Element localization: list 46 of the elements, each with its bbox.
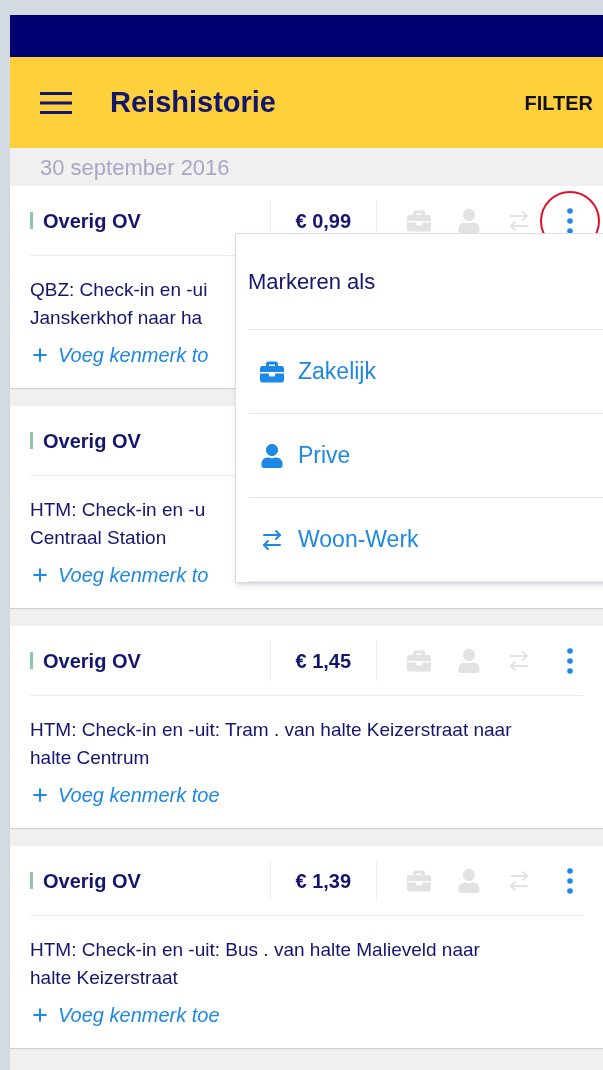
briefcase-icon[interactable] [407, 868, 431, 893]
briefcase-icon[interactable] [407, 208, 431, 233]
filter-button[interactable]: FILTER [524, 87, 593, 118]
trip-description: HTM: Check-in en -uit: Tram . van halte Keizerstraat naar halte Centrum [30, 718, 512, 770]
category-marker [30, 212, 33, 229]
add-tag-link[interactable]: Voeg kenmerk to [30, 560, 209, 590]
swap-arrows-icon [260, 527, 284, 552]
trip-description: HTM: Check-in en -uit: Bus . van halte Malieveld naar halte Keizerstraat [30, 938, 480, 990]
price-label: € 0,99 [295, 208, 352, 234]
add-tag-link[interactable]: Voeg kenmerk toe [30, 1000, 220, 1030]
briefcase-icon [260, 359, 284, 384]
swap-arrows-icon[interactable] [507, 208, 531, 233]
trip-description: HTM: Check-in en -u Centraal Station [30, 498, 206, 550]
add-tag-link[interactable]: Voeg kenmerk toe [30, 780, 220, 810]
category-label: Overig OV [43, 428, 141, 454]
person-icon[interactable] [457, 208, 481, 233]
more-icon [567, 207, 573, 234]
category-marker [30, 652, 33, 669]
category-marker [30, 432, 33, 449]
category-label: Overig OV [43, 648, 141, 674]
plus-icon [30, 1005, 50, 1025]
date-heading: 30 september 2016 [40, 153, 230, 182]
plus-icon [30, 345, 50, 365]
menu-title: Markeren als [248, 268, 376, 296]
trip-description: QBZ: Check-in en -ui Janskerkhof naar ha [30, 278, 208, 330]
menu-item[interactable]: Prive [248, 414, 603, 498]
add-tag-link[interactable]: Voeg kenmerk to [30, 340, 209, 370]
page-title: Reishistorie [110, 84, 276, 120]
category-label: Overig OV [43, 868, 141, 894]
menu-icon[interactable] [40, 90, 72, 115]
plus-icon [30, 565, 50, 585]
category-marker [30, 872, 33, 889]
person-icon[interactable] [457, 648, 481, 673]
more-icon [567, 867, 573, 894]
swap-arrows-icon[interactable] [507, 648, 531, 673]
price-label: € 1,39 [295, 868, 352, 894]
price-label: € 1,45 [295, 648, 352, 674]
menu-item[interactable]: Woon-Werk [248, 498, 603, 582]
person-icon[interactable] [457, 868, 481, 893]
briefcase-icon[interactable] [407, 648, 431, 673]
swap-arrows-icon[interactable] [507, 868, 531, 893]
menu-item[interactable]: Zakelijk [248, 330, 603, 414]
category-label: Overig OV [43, 208, 141, 234]
plus-icon [30, 785, 50, 805]
person-icon [260, 443, 284, 468]
more-icon [567, 647, 573, 674]
